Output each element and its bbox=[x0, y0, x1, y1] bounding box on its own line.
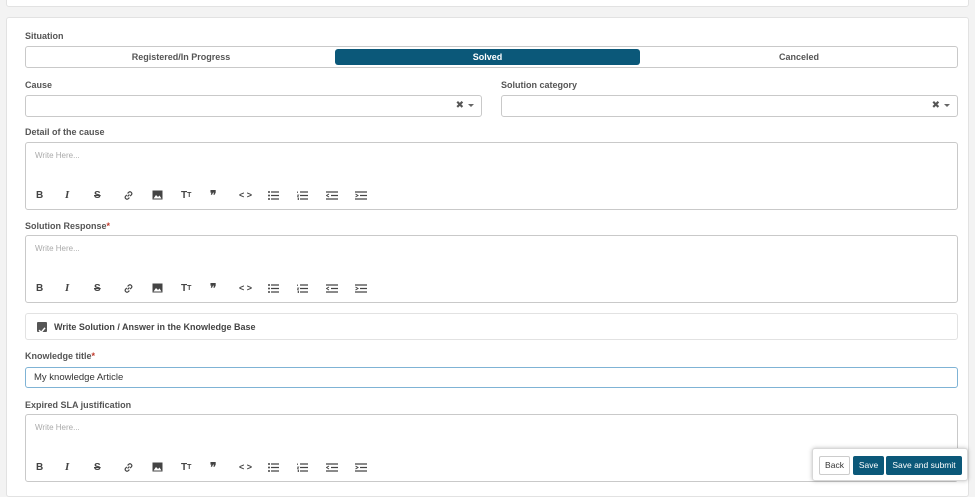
knowledge-title-label: Knowledge title* bbox=[25, 351, 96, 361]
knowledge-base-checkbox[interactable] bbox=[37, 322, 47, 334]
knowledge-title-input[interactable] bbox=[25, 367, 958, 388]
strikethrough-icon[interactable]: S bbox=[94, 280, 123, 296]
numbered-list-icon[interactable] bbox=[297, 187, 326, 203]
checkmark-icon bbox=[38, 327, 46, 334]
bold-icon[interactable]: B bbox=[36, 187, 65, 203]
outdent-icon[interactable] bbox=[326, 280, 355, 296]
back-button[interactable]: Back bbox=[819, 456, 850, 475]
solution-response-label: Solution Response* bbox=[25, 221, 111, 231]
numbered-list-icon[interactable] bbox=[297, 459, 326, 475]
numbered-list-icon[interactable] bbox=[297, 280, 326, 296]
text-size-icon[interactable]: TT bbox=[181, 459, 210, 475]
image-icon[interactable] bbox=[152, 459, 181, 475]
quote-icon[interactable]: ❞ bbox=[210, 187, 239, 203]
text-size-icon[interactable]: TT bbox=[181, 280, 210, 296]
image-icon[interactable] bbox=[152, 187, 181, 203]
knowledge-base-row: Write Solution / Answer in the Knowledge… bbox=[25, 313, 958, 340]
strikethrough-icon[interactable]: S bbox=[94, 187, 123, 203]
code-icon[interactable]: < > bbox=[239, 187, 268, 203]
indent-icon[interactable] bbox=[355, 280, 384, 296]
bulleted-list-icon[interactable] bbox=[268, 187, 297, 203]
editor-toolbar: B I S TT ❞ < > bbox=[36, 280, 384, 296]
situation-segmented-control: Registered/In Progress Solved Canceled bbox=[25, 46, 958, 68]
code-icon[interactable]: < > bbox=[239, 459, 268, 475]
situation-option-registered[interactable]: Registered/In Progress bbox=[26, 47, 336, 67]
strikethrough-icon[interactable]: S bbox=[94, 459, 123, 475]
indent-icon[interactable] bbox=[355, 459, 384, 475]
editor-placeholder: Write Here... bbox=[35, 423, 80, 432]
action-bar: Back Save Save and submit bbox=[812, 448, 968, 481]
editor-placeholder: Write Here... bbox=[35, 151, 80, 160]
save-and-submit-button[interactable]: Save and submit bbox=[886, 456, 962, 475]
solution-response-editor[interactable]: Write Here... B I S TT ❞ < > bbox=[25, 235, 958, 303]
outdent-icon[interactable] bbox=[326, 187, 355, 203]
bold-icon[interactable]: B bbox=[36, 280, 65, 296]
italic-icon[interactable]: I bbox=[65, 187, 94, 203]
cause-select[interactable]: ✖ bbox=[25, 95, 482, 117]
expired-sla-label: Expired SLA justification bbox=[25, 400, 132, 410]
knowledge-base-checkbox-label[interactable]: Write Solution / Answer in the Knowledge… bbox=[54, 322, 256, 332]
editor-placeholder: Write Here... bbox=[35, 244, 80, 253]
bulleted-list-icon[interactable] bbox=[268, 280, 297, 296]
save-button[interactable]: Save bbox=[853, 456, 884, 475]
link-icon[interactable] bbox=[123, 187, 152, 203]
image-icon[interactable] bbox=[152, 280, 181, 296]
indent-icon[interactable] bbox=[355, 187, 384, 203]
clear-icon[interactable]: ✖ bbox=[456, 100, 464, 111]
chevron-down-icon[interactable] bbox=[944, 104, 950, 107]
chevron-down-icon[interactable] bbox=[468, 104, 474, 107]
editor-toolbar: B I S TT ❞ < > bbox=[36, 187, 384, 203]
top-card bbox=[6, 0, 969, 7]
quote-icon[interactable]: ❞ bbox=[210, 280, 239, 296]
solution-category-label: Solution category bbox=[501, 80, 578, 90]
bold-icon[interactable]: B bbox=[36, 459, 65, 475]
solution-category-select[interactable]: ✖ bbox=[501, 95, 958, 117]
clear-icon[interactable]: ✖ bbox=[932, 100, 940, 111]
outdent-icon[interactable] bbox=[326, 459, 355, 475]
quote-icon[interactable]: ❞ bbox=[210, 459, 239, 475]
detail-of-cause-label: Detail of the cause bbox=[25, 127, 105, 137]
situation-label: Situation bbox=[25, 31, 64, 41]
cause-label: Cause bbox=[25, 80, 53, 90]
text-size-icon[interactable]: TT bbox=[181, 187, 210, 203]
code-icon[interactable]: < > bbox=[239, 280, 268, 296]
situation-option-canceled[interactable]: Canceled bbox=[640, 47, 958, 67]
italic-icon[interactable]: I bbox=[65, 459, 94, 475]
editor-toolbar: B I S TT ❞ < > bbox=[36, 459, 384, 475]
link-icon[interactable] bbox=[123, 280, 152, 296]
link-icon[interactable] bbox=[123, 459, 152, 475]
situation-option-solved[interactable]: Solved bbox=[335, 49, 640, 65]
italic-icon[interactable]: I bbox=[65, 280, 94, 296]
detail-of-cause-editor[interactable]: Write Here... B I S TT ❞ < > bbox=[25, 142, 958, 210]
bulleted-list-icon[interactable] bbox=[268, 459, 297, 475]
